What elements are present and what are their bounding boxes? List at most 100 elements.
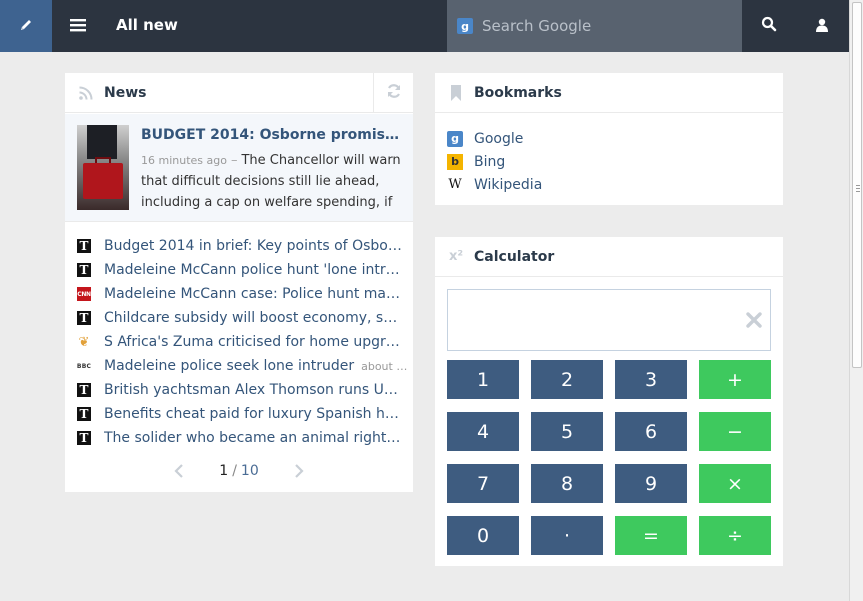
- news-item[interactable]: ❦ S Africa's Zuma criticised for home up…: [65, 330, 413, 354]
- superscript-icon: x²: [448, 249, 464, 264]
- news-title: News: [104, 84, 147, 101]
- search-box[interactable]: g: [447, 0, 742, 52]
- featured-separator: –: [230, 153, 238, 168]
- rss-icon: [78, 85, 94, 101]
- news-item-title[interactable]: Childcare subsidy will boost economy, sa…: [104, 310, 402, 326]
- menu-button[interactable]: [56, 0, 100, 52]
- news-item[interactable]: T Childcare subsidy will boost economy, …: [65, 306, 413, 330]
- telegraph-icon: T: [77, 263, 91, 277]
- prev-page-button[interactable]: [169, 461, 189, 481]
- bookmark-bing[interactable]: b Bing: [435, 150, 783, 173]
- clear-button[interactable]: [744, 310, 764, 330]
- featured-summary: 16 minutes ago – The Chancellor will warn …: [141, 150, 403, 213]
- telegraph-icon: T: [77, 311, 91, 325]
- next-page-button[interactable]: [289, 461, 309, 481]
- user-icon: [815, 17, 829, 36]
- news-item[interactable]: CNN Madeleine McCann case: Police hunt m…: [65, 282, 413, 306]
- refresh-icon: [386, 83, 402, 103]
- featured-time: 16 minutes ago: [141, 154, 227, 167]
- bookmarks-widget: Bookmarks g Google b Bing W Wikipedia: [435, 73, 783, 205]
- bbc-icon: BBC: [76, 362, 92, 370]
- key-9-button[interactable]: 9: [615, 464, 687, 503]
- bookmarks-header: Bookmarks: [435, 73, 783, 113]
- key-8-button[interactable]: 8: [531, 464, 603, 503]
- news-item-title[interactable]: Benefits cheat paid for luxury Spanish h…: [104, 406, 402, 422]
- featured-story[interactable]: BUDGET 2014: Osborne promises tax cuts 1…: [65, 114, 413, 222]
- key-equals-button[interactable]: =: [615, 516, 687, 555]
- key-plus-button[interactable]: +: [699, 360, 771, 399]
- google-icon: g: [447, 130, 463, 147]
- key-2-button[interactable]: 2: [531, 360, 603, 399]
- aljazeera-icon: ❦: [78, 334, 90, 350]
- telegraph-icon: T: [77, 383, 91, 397]
- key-5-button[interactable]: 5: [531, 412, 603, 451]
- key-1-button[interactable]: 1: [447, 360, 519, 399]
- bookmarks-title: Bookmarks: [474, 84, 562, 101]
- user-button[interactable]: [800, 0, 844, 52]
- search-icon: [761, 16, 777, 36]
- news-item[interactable]: T British yachtsman Alex Thomson runs UP…: [65, 378, 413, 402]
- calculator-title: Calculator: [474, 248, 555, 265]
- hamburger-icon: [70, 17, 86, 36]
- key-minus-button[interactable]: −: [699, 412, 771, 451]
- search-input[interactable]: [482, 17, 732, 35]
- page-separator: /: [232, 463, 237, 479]
- news-item-title[interactable]: Madeleine police seek lone intruder: [104, 358, 354, 374]
- key-3-button[interactable]: 3: [615, 360, 687, 399]
- refresh-button[interactable]: [373, 73, 413, 113]
- news-item-title[interactable]: S Africa's Zuma criticised for home upgr…: [104, 334, 402, 350]
- news-item[interactable]: T The solider who became an animal right…: [65, 426, 413, 450]
- news-item[interactable]: T Benefits cheat paid for luxury Spanish…: [65, 402, 413, 426]
- bookmark-label[interactable]: Wikipedia: [474, 177, 542, 193]
- telegraph-icon: T: [77, 239, 91, 253]
- page-title[interactable]: All new: [116, 16, 178, 34]
- news-list: T Budget 2014 in brief: Key points of Os…: [65, 234, 413, 450]
- current-page: 1: [219, 463, 229, 479]
- key-4-button[interactable]: 4: [447, 412, 519, 451]
- wikipedia-icon: W: [448, 177, 462, 192]
- key-6-button[interactable]: 6: [615, 412, 687, 451]
- telegraph-icon: T: [77, 407, 91, 421]
- bookmark-icon: [448, 84, 464, 101]
- telegraph-icon: T: [77, 431, 91, 445]
- top-bar: All new g: [0, 0, 849, 52]
- scroll-grip: [856, 191, 860, 192]
- bookmark-wikipedia[interactable]: W Wikipedia: [435, 173, 783, 196]
- news-item-title[interactable]: British yachtsman Alex Thomson runs UP 1…: [104, 382, 402, 398]
- news-pager: 1 / 10: [65, 459, 413, 483]
- news-item[interactable]: BBC Madeleine police seek lone intruder …: [65, 354, 413, 378]
- close-icon: [746, 312, 762, 328]
- key-divide-button[interactable]: ÷: [699, 516, 771, 555]
- key-7-button[interactable]: 7: [447, 464, 519, 503]
- chevron-left-icon: [174, 464, 184, 478]
- key-multiply-button[interactable]: ×: [699, 464, 771, 503]
- news-item-time: about 2 hours ago: [361, 359, 413, 373]
- total-pages: 10: [240, 463, 259, 479]
- edit-button[interactable]: [0, 0, 52, 52]
- bookmark-label[interactable]: Google: [474, 131, 523, 147]
- calculator-header: x² Calculator: [435, 237, 783, 277]
- bookmark-label[interactable]: Bing: [474, 154, 505, 170]
- chevron-right-icon: [294, 464, 304, 478]
- key-0-button[interactable]: 0: [447, 516, 519, 555]
- calculator-display[interactable]: [447, 289, 771, 351]
- scrollbar-thumb[interactable]: [852, 2, 862, 368]
- news-item-title[interactable]: Madeleine McCann police hunt 'lone intru…: [104, 262, 402, 278]
- news-item-title[interactable]: Budget 2014 in brief: Key points of Osbo…: [104, 238, 402, 254]
- calculator-widget: x² Calculator 1 2 3 +4 5 6− 7 8 9 × 0 · = ÷: [435, 237, 783, 566]
- bookmark-list: g Google b Bing W Wikipedia: [435, 113, 783, 196]
- news-item[interactable]: T Budget 2014 in brief: Key points of Os…: [65, 234, 413, 258]
- news-item-title[interactable]: The solider who became an animal rights …: [104, 430, 402, 446]
- news-item-title[interactable]: Madeleine McCann case: Police hunt man w…: [104, 286, 402, 302]
- bookmark-google[interactable]: g Google: [435, 127, 783, 150]
- search-button[interactable]: [746, 0, 792, 52]
- news-item[interactable]: T Madeleine McCann police hunt 'lone int…: [65, 258, 413, 282]
- scroll-grip: [856, 188, 860, 189]
- news-header: News: [65, 73, 413, 113]
- featured-thumbnail[interactable]: [77, 125, 129, 210]
- page-scrollbar[interactable]: [849, 0, 863, 601]
- featured-title[interactable]: BUDGET 2014: Osborne promises tax cuts: [141, 127, 403, 143]
- bing-icon: b: [447, 153, 463, 170]
- news-widget: News BUDGET 2014: Osborne promises tax c…: [65, 73, 413, 492]
- key-decimal-button[interactable]: ·: [531, 516, 603, 555]
